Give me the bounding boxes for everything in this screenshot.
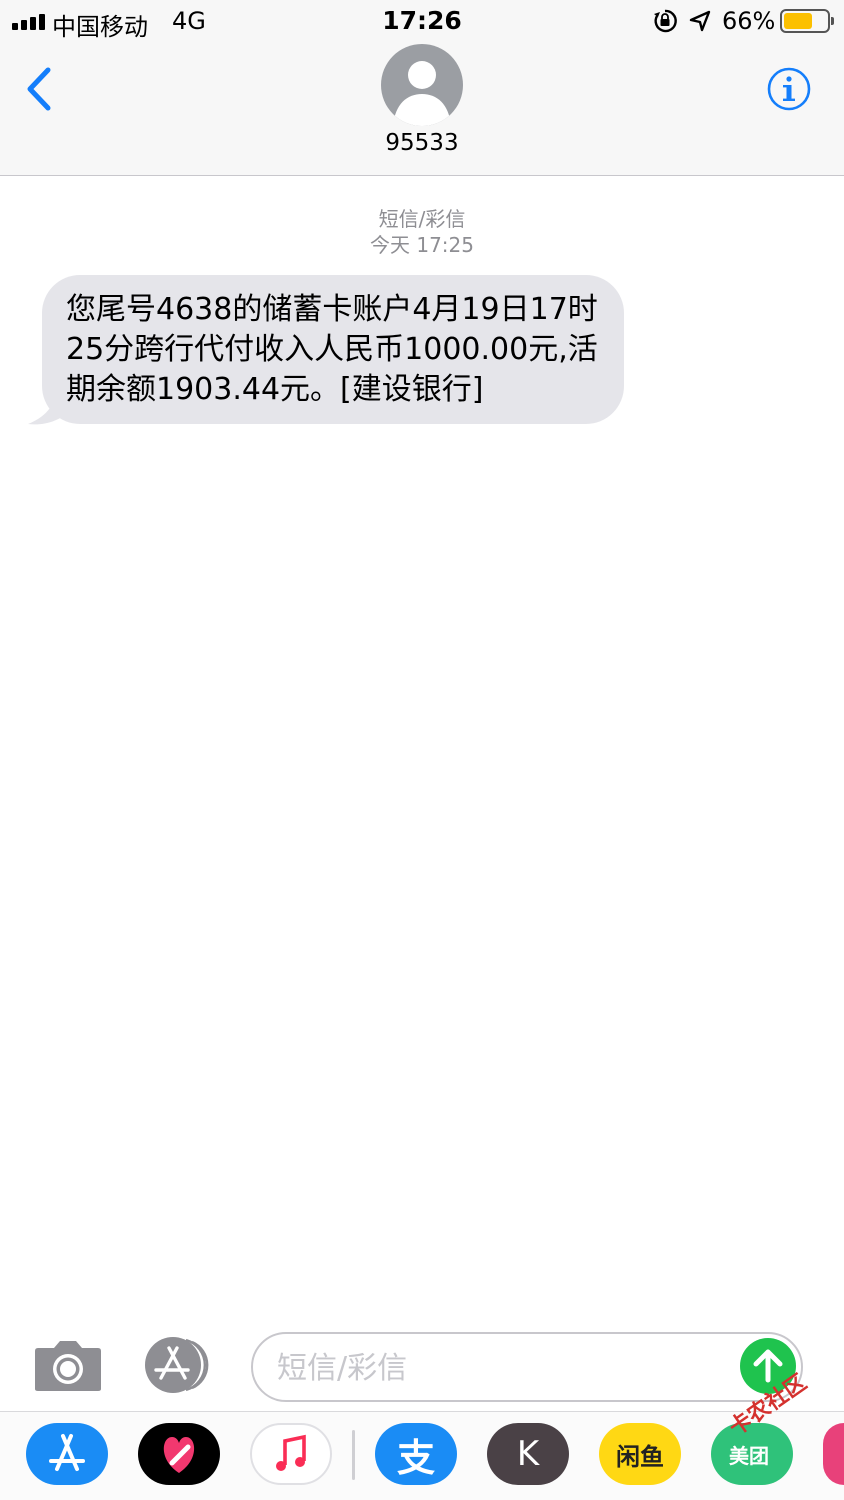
battery-percent: 66% bbox=[722, 7, 776, 35]
drawer-divider bbox=[352, 1430, 355, 1480]
k-app-icon[interactable]: K bbox=[487, 1423, 569, 1485]
alipay-app-icon[interactable]: 支 bbox=[375, 1423, 457, 1485]
message-input[interactable] bbox=[277, 1346, 717, 1390]
music-app-icon[interactable] bbox=[250, 1423, 332, 1485]
message-type-label: 短信/彩信 bbox=[378, 207, 466, 231]
alipay-label: 支 bbox=[396, 1435, 435, 1480]
person-silhouette-icon[interactable] bbox=[381, 44, 463, 126]
conversation-header: 95533 bbox=[0, 44, 844, 176]
chevron-left-icon[interactable] bbox=[20, 64, 60, 114]
message-text: 您尾号4638的储蓄卡账户4月19日17时25分跨行代付收入人民币1000.00… bbox=[66, 292, 598, 407]
app-store-app-icon[interactable] bbox=[26, 1423, 108, 1485]
xianyu-label: 闲鱼 bbox=[616, 1442, 664, 1471]
orientation-lock-icon bbox=[654, 9, 677, 33]
partial-app-icon[interactable] bbox=[823, 1423, 844, 1485]
message-timestamp: 今天 17:25 bbox=[370, 233, 474, 257]
digital-touch-app-icon[interactable] bbox=[138, 1423, 220, 1485]
app-store-icon[interactable] bbox=[142, 1336, 218, 1394]
xianyu-app-icon[interactable]: 闲鱼 bbox=[599, 1423, 681, 1485]
location-arrow-icon bbox=[689, 10, 711, 32]
status-bar: 中国移动 4G 17:26 66% bbox=[0, 0, 844, 44]
battery-icon bbox=[780, 9, 834, 33]
contact-name[interactable]: 95533 bbox=[0, 130, 844, 156]
k-app-label: K bbox=[516, 1434, 540, 1474]
info-icon[interactable] bbox=[766, 66, 812, 112]
status-time: 17:26 bbox=[382, 6, 462, 35]
message-input-field[interactable] bbox=[251, 1332, 803, 1402]
camera-icon[interactable] bbox=[34, 1340, 102, 1392]
